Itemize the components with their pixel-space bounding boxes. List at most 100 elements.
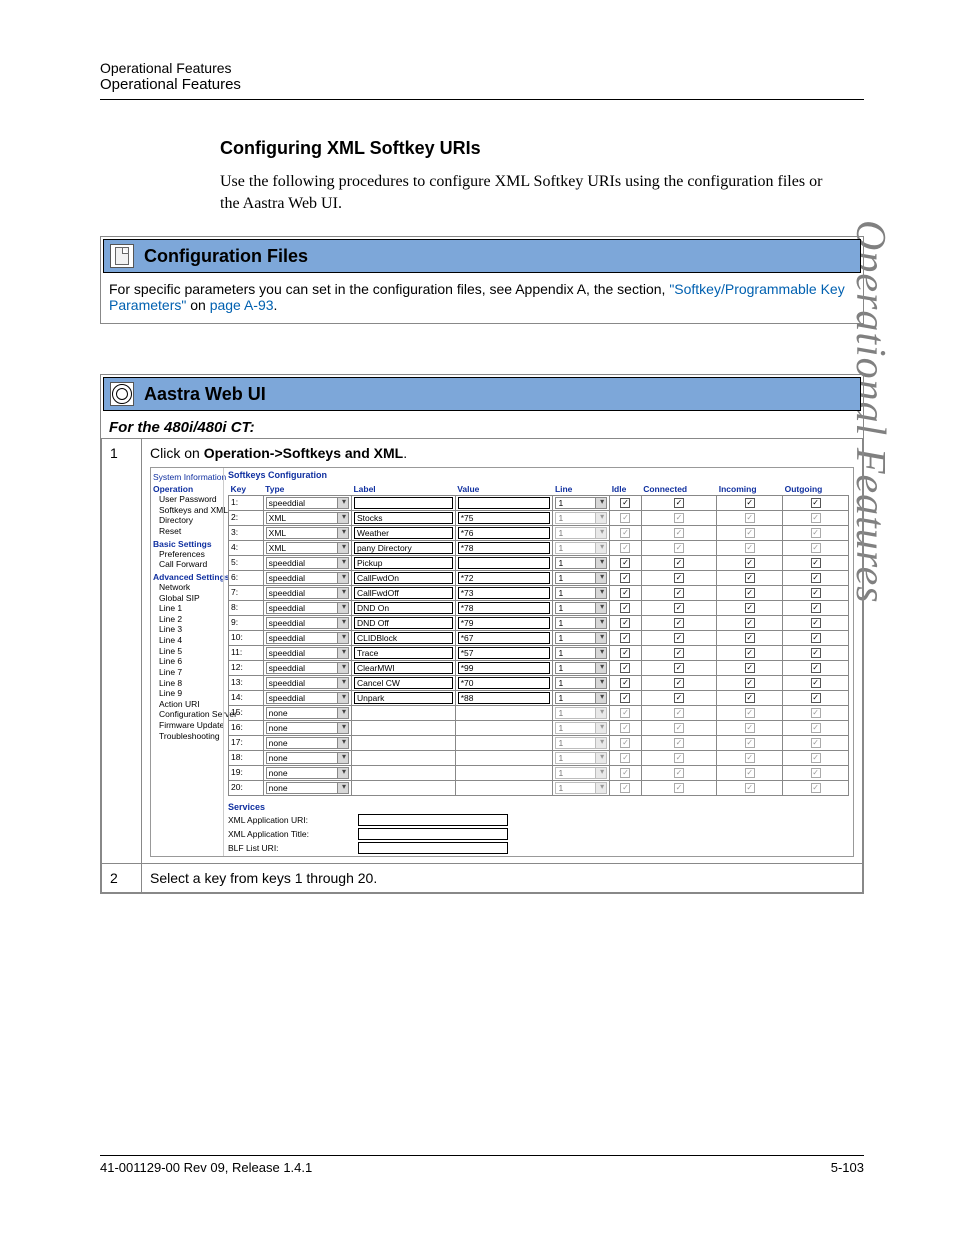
- incoming-checkbox[interactable]: [745, 633, 755, 643]
- type-select[interactable]: none: [266, 752, 349, 764]
- label-input[interactable]: Weather: [354, 527, 453, 539]
- nav-item[interactable]: System Information: [153, 472, 221, 482]
- type-select[interactable]: XML: [266, 542, 349, 554]
- nav-item[interactable]: Line 7: [159, 667, 221, 678]
- nav-item[interactable]: User Password: [159, 494, 221, 505]
- type-select[interactable]: speeddial: [266, 647, 349, 659]
- line-select[interactable]: 1: [555, 662, 607, 674]
- outgoing-checkbox[interactable]: [811, 693, 821, 703]
- idle-checkbox[interactable]: [620, 618, 630, 628]
- type-select[interactable]: speeddial: [266, 677, 349, 689]
- type-select[interactable]: none: [266, 782, 349, 794]
- value-input[interactable]: *67: [458, 632, 551, 644]
- nav-item[interactable]: Line 1: [159, 603, 221, 614]
- incoming-checkbox[interactable]: [745, 588, 755, 598]
- connected-checkbox[interactable]: [674, 663, 684, 673]
- nav-item[interactable]: Troubleshooting: [159, 731, 221, 742]
- idle-checkbox[interactable]: [620, 648, 630, 658]
- label-input[interactable]: Pickup: [354, 557, 453, 569]
- nav-item[interactable]: Line 4: [159, 635, 221, 646]
- service-input[interactable]: [358, 828, 508, 840]
- label-input[interactable]: DND Off: [354, 617, 453, 629]
- nav-item[interactable]: Configuration Server: [159, 709, 221, 720]
- service-input[interactable]: [358, 814, 508, 826]
- idle-checkbox[interactable]: [620, 573, 630, 583]
- nav-item[interactable]: Directory: [159, 515, 221, 526]
- outgoing-checkbox[interactable]: [811, 573, 821, 583]
- value-input[interactable]: *78: [458, 542, 551, 554]
- label-input[interactable]: CLIDBlock: [354, 632, 453, 644]
- type-select[interactable]: speeddial: [266, 572, 349, 584]
- incoming-checkbox[interactable]: [745, 573, 755, 583]
- incoming-checkbox[interactable]: [745, 603, 755, 613]
- nav-item[interactable]: Line 3: [159, 624, 221, 635]
- nav-item[interactable]: Call Forward: [159, 559, 221, 570]
- page-ref-link[interactable]: page A-93: [210, 297, 274, 313]
- connected-checkbox[interactable]: [674, 633, 684, 643]
- label-input[interactable]: Trace: [354, 647, 453, 659]
- nav-item[interactable]: Reset: [159, 526, 221, 537]
- line-select[interactable]: 1: [555, 587, 607, 599]
- type-select[interactable]: speeddial: [266, 632, 349, 644]
- type-select[interactable]: speeddial: [266, 587, 349, 599]
- outgoing-checkbox[interactable]: [811, 633, 821, 643]
- outgoing-checkbox[interactable]: [811, 558, 821, 568]
- incoming-checkbox[interactable]: [745, 558, 755, 568]
- nav-item[interactable]: Line 5: [159, 646, 221, 657]
- idle-checkbox[interactable]: [620, 588, 630, 598]
- value-input[interactable]: *75: [458, 512, 551, 524]
- type-select[interactable]: XML: [266, 512, 349, 524]
- nav-item[interactable]: Softkeys and XML: [159, 505, 221, 516]
- nav-item[interactable]: Action URI: [159, 699, 221, 710]
- incoming-checkbox[interactable]: [745, 498, 755, 508]
- nav-item[interactable]: Line 2: [159, 614, 221, 625]
- nav-item[interactable]: Global SIP: [159, 593, 221, 604]
- value-input[interactable]: *88: [458, 692, 551, 704]
- idle-checkbox[interactable]: [620, 663, 630, 673]
- value-input[interactable]: *99: [458, 662, 551, 674]
- value-input[interactable]: *78: [458, 602, 551, 614]
- connected-checkbox[interactable]: [674, 573, 684, 583]
- label-input[interactable]: Cancel CW: [354, 677, 453, 689]
- line-select[interactable]: 1: [555, 497, 607, 509]
- incoming-checkbox[interactable]: [745, 693, 755, 703]
- idle-checkbox[interactable]: [620, 603, 630, 613]
- type-select[interactable]: none: [266, 737, 349, 749]
- line-select[interactable]: 1: [555, 647, 607, 659]
- type-select[interactable]: speeddial: [266, 602, 349, 614]
- value-input[interactable]: *70: [458, 677, 551, 689]
- label-input[interactable]: CallFwdOn: [354, 572, 453, 584]
- value-input[interactable]: *73: [458, 587, 551, 599]
- type-select[interactable]: XML: [266, 527, 349, 539]
- label-input[interactable]: CallFwdOff: [354, 587, 453, 599]
- line-select[interactable]: 1: [555, 677, 607, 689]
- incoming-checkbox[interactable]: [745, 618, 755, 628]
- line-select[interactable]: 1: [555, 617, 607, 629]
- value-input[interactable]: *76: [458, 527, 551, 539]
- connected-checkbox[interactable]: [674, 498, 684, 508]
- incoming-checkbox[interactable]: [745, 663, 755, 673]
- nav-item[interactable]: Line 9: [159, 688, 221, 699]
- type-select[interactable]: speeddial: [266, 662, 349, 674]
- outgoing-checkbox[interactable]: [811, 618, 821, 628]
- connected-checkbox[interactable]: [674, 603, 684, 613]
- outgoing-checkbox[interactable]: [811, 603, 821, 613]
- value-input[interactable]: *57: [458, 647, 551, 659]
- connected-checkbox[interactable]: [674, 588, 684, 598]
- idle-checkbox[interactable]: [620, 678, 630, 688]
- type-select[interactable]: none: [266, 707, 349, 719]
- line-select[interactable]: 1: [555, 572, 607, 584]
- outgoing-checkbox[interactable]: [811, 648, 821, 658]
- line-select[interactable]: 1: [555, 692, 607, 704]
- line-select[interactable]: 1: [555, 632, 607, 644]
- type-select[interactable]: none: [266, 722, 349, 734]
- nav-item[interactable]: Firmware Update: [159, 720, 221, 731]
- outgoing-checkbox[interactable]: [811, 678, 821, 688]
- outgoing-checkbox[interactable]: [811, 663, 821, 673]
- incoming-checkbox[interactable]: [745, 678, 755, 688]
- idle-checkbox[interactable]: [620, 693, 630, 703]
- label-input[interactable]: DND On: [354, 602, 453, 614]
- idle-checkbox[interactable]: [620, 498, 630, 508]
- label-input[interactable]: pany Directory: [354, 542, 453, 554]
- type-select[interactable]: speeddial: [266, 557, 349, 569]
